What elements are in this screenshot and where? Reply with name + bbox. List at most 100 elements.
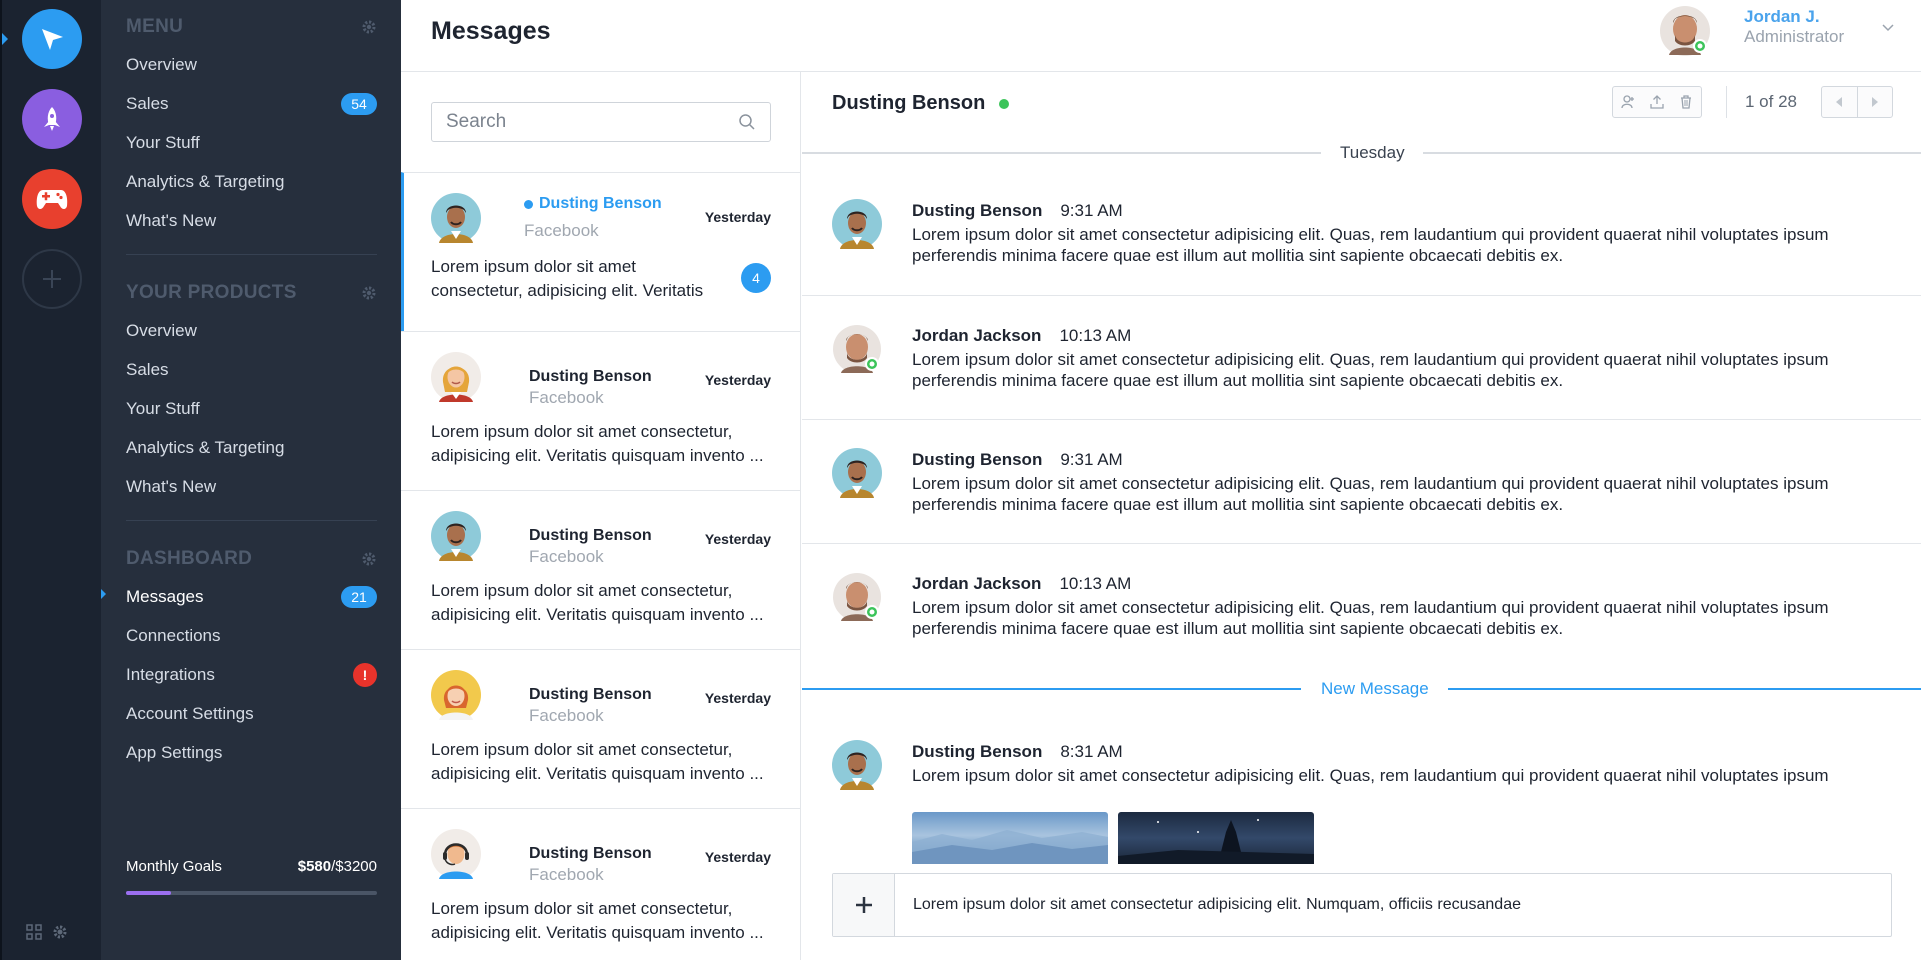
goals-label: Monthly Goals (126, 858, 222, 875)
nav-item-label: Messages (126, 587, 204, 606)
add-app-button[interactable] (22, 249, 82, 309)
nav-item-product-whats-new[interactable]: What's New (126, 472, 377, 502)
pager-buttons (1821, 86, 1893, 118)
nav-item-label: What's New (126, 477, 217, 496)
message-time: 10:13 AM (1059, 326, 1132, 345)
cursor-app-button[interactable] (22, 9, 82, 69)
message-body: Lorem ipsum dolor sit amet consectetur a… (912, 598, 1829, 638)
conversation-header: Dusting Benson 1 of 28 (802, 72, 1921, 152)
grid-icon[interactable] (26, 924, 42, 940)
nav-item-whats-new[interactable]: What's New (126, 206, 377, 236)
avatar (832, 448, 882, 498)
gear-icon[interactable] (361, 285, 377, 301)
message-body: Lorem ipsum dolor sit amet consectetur a… (912, 350, 1829, 390)
thread-time: Yesterday (704, 849, 771, 865)
add-attachment-button[interactable] (833, 874, 895, 936)
message-input[interactable] (913, 896, 1891, 914)
nav-item-your-stuff[interactable]: Your Stuff (126, 128, 377, 158)
day-separator-line (1423, 152, 1921, 154)
nav-item-account-settings[interactable]: Account Settings (126, 699, 377, 729)
nav-item-label: Analytics & Targeting (126, 438, 285, 457)
user-menu[interactable]: Jordan J. Administrator (1659, 5, 1919, 57)
sales-count-badge: 54 (341, 93, 377, 115)
nav-item-label: Your Stuff (126, 133, 200, 152)
thread-name: Dusting Benson (529, 686, 652, 703)
nav-item-product-overview[interactable]: Overview (126, 316, 377, 346)
night-sky-photo-attachment[interactable] (1118, 812, 1314, 864)
gear-icon[interactable] (361, 551, 377, 567)
nav-item-analytics[interactable]: Analytics & Targeting (126, 167, 377, 197)
avatar (431, 193, 481, 243)
nav-item-product-sales[interactable]: Sales (126, 355, 377, 385)
search-input[interactable] (446, 111, 738, 133)
avatar (431, 670, 481, 720)
nav-item-label: Connections (126, 626, 221, 645)
nav-item-product-analytics[interactable]: Analytics & Targeting (126, 433, 377, 463)
unread-count-badge: 4 (741, 263, 771, 293)
thread-item[interactable]: Dusting Benson Facebook Yesterday Lorem … (401, 172, 800, 331)
trash-icon[interactable] (1678, 94, 1694, 110)
thread-preview: Lorem ipsum dolor sit amet consectetur, … (431, 740, 764, 783)
app-rail (0, 0, 101, 960)
avatar (1660, 6, 1710, 56)
conversation-toolbar (1612, 86, 1702, 118)
nav-item-product-your-stuff[interactable]: Your Stuff (126, 394, 377, 424)
thread-name-text: Dusting Benson (539, 195, 662, 212)
message-time: 9:31 AM (1060, 450, 1123, 469)
new-message-label: New Message (1321, 679, 1429, 698)
thread-item[interactable]: Dusting Benson Facebook Yesterday Lorem … (401, 331, 800, 490)
caret-right-icon (1871, 97, 1878, 107)
upload-icon[interactable] (1649, 94, 1665, 110)
message-author: Jordan Jackson (912, 574, 1042, 593)
contact-name: Dusting Benson (832, 92, 986, 114)
thread-source: Facebook (529, 865, 604, 884)
nav-item-app-settings[interactable]: App Settings (126, 738, 377, 768)
search-icon[interactable] (738, 113, 756, 131)
thread-preview: Lorem ipsum dolor sit amet consectetur, … (431, 422, 764, 465)
thread-name: Dusting Benson (529, 368, 652, 385)
avatar (832, 740, 882, 790)
monthly-goals: Monthly Goals $580/$3200 (126, 858, 377, 895)
message-body: Lorem ipsum dolor sit amet consectetur a… (912, 225, 1829, 265)
nav-item-label: Overview (126, 55, 197, 74)
gear-icon[interactable] (52, 924, 68, 940)
day-separator-line (802, 152, 1321, 154)
message-time: 9:31 AM (1060, 201, 1123, 220)
message-author: Dusting Benson (912, 201, 1043, 220)
menu-section-title: MENU (126, 16, 184, 37)
avatar (832, 199, 882, 249)
thread-item[interactable]: Dusting Benson Facebook Yesterday Lorem … (401, 649, 800, 808)
pager-count: 1 of 28 (1745, 92, 1797, 111)
thread-name: Dusting Benson (529, 845, 652, 862)
next-button[interactable] (1856, 87, 1893, 117)
previous-button[interactable] (1822, 87, 1857, 117)
thread-time: Yesterday (704, 372, 771, 388)
message-body: Lorem ipsum dolor sit amet consectetur a… (912, 766, 1829, 785)
avatar (833, 325, 881, 373)
online-status-dot (999, 98, 1010, 109)
message-body: Lorem ipsum dolor sit amet consectetur a… (912, 474, 1829, 514)
messages-count-badge: 21 (341, 586, 377, 608)
nav-item-sales[interactable]: Sales 54 (126, 89, 377, 119)
thread-time: Yesterday (704, 531, 771, 547)
thread-item[interactable]: Dusting Benson Facebook Yesterday Lorem … (401, 808, 800, 960)
message-time: 8:31 AM (1060, 742, 1123, 761)
caret-left-icon (1836, 97, 1843, 107)
thread-time: Yesterday (704, 690, 771, 706)
nav-item-connections[interactable]: Connections (126, 621, 377, 651)
gear-icon[interactable] (361, 19, 377, 35)
gamepad-app-button[interactable] (22, 169, 82, 229)
gamepad-icon (36, 190, 68, 209)
mountain-photo-attachment[interactable] (912, 812, 1108, 864)
thread-item[interactable]: Dusting Benson Facebook Yesterday Lorem … (401, 490, 800, 649)
nav-item-overview[interactable]: Overview (126, 50, 377, 80)
assign-user-icon[interactable] (1620, 94, 1636, 110)
thread-source: Facebook (529, 388, 604, 407)
nav-item-messages[interactable]: Messages 21 (126, 582, 377, 612)
message-time: 10:13 AM (1059, 574, 1132, 593)
chevron-down-icon[interactable] (1881, 23, 1895, 33)
thread-preview: Lorem ipsum dolor sit amet consectetur, … (431, 581, 764, 624)
nav-item-integrations[interactable]: Integrations! (126, 660, 377, 690)
rocket-app-button[interactable] (22, 89, 82, 149)
search-box[interactable] (431, 102, 771, 142)
